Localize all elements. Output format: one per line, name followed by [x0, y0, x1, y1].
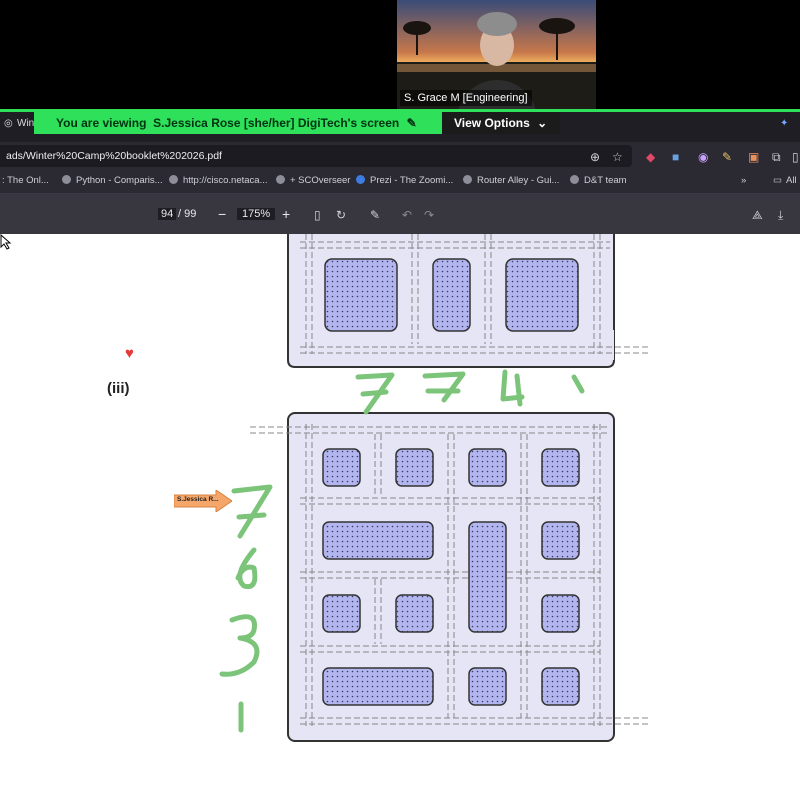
zoom-in-button[interactable]: +: [282, 206, 290, 222]
globe-icon: [62, 175, 71, 184]
folder-icon: ▭: [773, 175, 782, 186]
zoom-out-button[interactable]: −: [218, 206, 226, 222]
bookmark-item[interactable]: : The Onl...: [2, 175, 49, 186]
presenter-name: S.Jessica Rose [she/her] DigiTech's scre…: [153, 116, 400, 130]
bookmark-item[interactable]: D&T team: [570, 175, 627, 186]
pdf-toolbar: 94 / 99 − 175% + ▯ ↻ ✎ ↶ ↷ ⟁ ⤓: [0, 194, 800, 234]
bookmark-star-icon[interactable]: ☆: [612, 150, 623, 164]
prezi-icon: [356, 175, 365, 184]
bookmarks-bar: : The Onl... Python - Comparis... http:/…: [0, 170, 800, 194]
bookmarks-overflow-icon[interactable]: »: [741, 175, 746, 186]
undo-icon[interactable]: ↶: [402, 208, 412, 222]
extension-square-icon[interactable]: ▣: [748, 150, 759, 164]
heart-reaction-icon: ♥: [125, 345, 134, 362]
participant-video: S. Grace M [Engineering]: [397, 0, 596, 109]
all-bookmarks[interactable]: ▭ All: [773, 175, 797, 186]
sparkle-icon[interactable]: ✦: [780, 118, 788, 129]
top-panel: [287, 234, 648, 368]
menu-icon[interactable]: ▯: [792, 150, 799, 164]
question-label: (iii): [107, 380, 130, 397]
zoom-level[interactable]: 175%: [237, 208, 276, 220]
zoom-icon[interactable]: ⊕: [590, 150, 600, 164]
pdf-page: ♥ (iii) S.Jessica R...: [0, 234, 800, 800]
bookmark-item[interactable]: http://cisco.netaca...: [169, 175, 268, 186]
bookmark-item[interactable]: Python - Comparis...: [62, 175, 163, 186]
url-field[interactable]: ads/Winter%20Camp%20booklet%202026.pdf: [0, 145, 632, 167]
fit-page-icon[interactable]: ▯: [314, 208, 321, 222]
extension-wifi-icon[interactable]: ◉: [698, 150, 708, 164]
address-bar: ads/Winter%20Camp%20booklet%202026.pdf ⊕…: [0, 142, 800, 170]
bottom-panel: [250, 412, 648, 742]
view-options-button[interactable]: View Options ⌄: [442, 112, 560, 134]
mouse-cursor-icon: [0, 234, 12, 250]
download-icon[interactable]: ⤓: [778, 208, 783, 222]
share-banner: You are viewing S.Jessica Rose [she/her]…: [34, 112, 442, 134]
extension-pen-icon[interactable]: ✎: [722, 150, 732, 164]
bookmark-item[interactable]: Prezi - The Zoomi...: [356, 175, 453, 186]
redo-icon[interactable]: ↷: [424, 208, 434, 222]
annotator-pointer: S.Jessica R...: [174, 490, 232, 512]
page-number-input[interactable]: 94: [158, 208, 177, 220]
globe-icon: [276, 175, 285, 184]
globe-icon: [169, 175, 178, 184]
bookmark-item[interactable]: Router Alley - Gui...: [463, 175, 559, 186]
globe-icon: [570, 175, 579, 184]
ai-icon[interactable]: ⟁: [752, 208, 763, 222]
annotate-pen-icon[interactable]: ✎: [407, 116, 417, 130]
bookmark-item[interactable]: + SCOverseer: [276, 175, 350, 186]
globe-icon: [463, 175, 472, 184]
extensions-puzzle-icon[interactable]: ⧉: [772, 150, 781, 164]
annotator-name: S.Jessica R...: [177, 496, 219, 503]
draw-icon[interactable]: ✎: [370, 208, 380, 222]
page-total: / 99: [178, 208, 197, 220]
extension-pocket-icon[interactable]: ◆: [646, 150, 655, 164]
participant-name: S. Grace M [Engineering]: [400, 90, 532, 106]
pdf-drawing: [219, 234, 648, 742]
rotate-icon[interactable]: ↻: [336, 208, 346, 222]
chevron-down-icon: ⌄: [537, 116, 548, 130]
tab-favicon-icon: ◎: [4, 118, 13, 129]
extension-book-icon[interactable]: ■: [672, 150, 679, 164]
